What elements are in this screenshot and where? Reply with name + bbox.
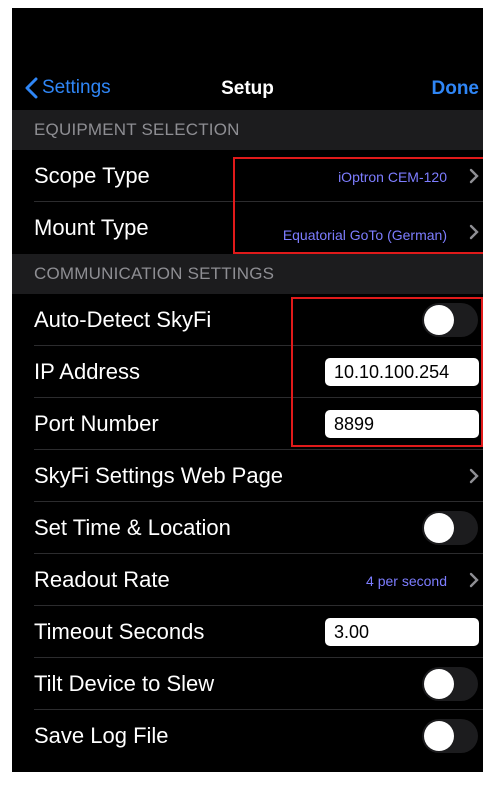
section-header-equipment: EQUIPMENT SELECTION [12,110,483,150]
row-label: IP Address [34,359,140,384]
toggle-knob [424,305,454,335]
row-label: Save Log File [34,723,169,748]
chevron-right-icon [469,224,479,240]
row-value: iOptron CEM-120 [338,169,447,185]
row-value: 4 per second [366,573,447,589]
section-title: EQUIPMENT SELECTION [34,120,240,139]
row-port-number: Port Number 8899 [12,398,483,450]
chevron-right-icon [469,572,479,588]
row-label: Timeout Seconds [34,619,205,644]
row-ip-address: IP Address 10.10.100.254 [12,346,483,398]
section-title: COMMUNICATION SETTINGS [34,264,275,283]
row-label: Mount Type [34,215,149,240]
setup-screen: Settings Setup Done EQUIPMENT SELECTION … [12,8,483,772]
tilt-toggle[interactable] [422,667,478,701]
section-header-communication: COMMUNICATION SETTINGS [12,254,483,294]
row-label: Scope Type [34,163,150,188]
page-title: Setup [221,78,274,99]
row-label: Tilt Device to Slew [34,671,215,696]
chevron-right-icon [469,168,479,184]
row-tilt-device: Tilt Device to Slew [12,658,483,710]
save-log-toggle[interactable] [422,719,478,753]
row-label: Readout Rate [34,567,170,592]
row-value: Equatorial GoTo (German) [282,227,447,243]
row-set-time-location: Set Time & Location [12,502,483,554]
navigation-bar: Settings Setup Done [12,66,483,110]
row-scope-type[interactable]: Scope Type iOptron CEM-120 [12,150,483,202]
row-label: Auto-Detect SkyFi [34,307,212,332]
row-label: SkyFi Settings Web Page [34,463,284,488]
ip-address-field[interactable]: 10.10.100.254 [325,358,479,386]
set-time-toggle[interactable] [422,511,478,545]
row-readout-rate[interactable]: Readout Rate 4 per second [12,554,483,606]
port-number-field[interactable]: 8899 [325,410,479,438]
row-mount-type[interactable]: Mount Type Equatorial GoTo (German) [12,202,483,254]
row-label: Set Time & Location [34,515,231,540]
row-timeout-seconds: Timeout Seconds 3.00 [12,606,483,658]
toggle-knob [424,669,454,699]
chevron-right-icon [469,468,479,484]
row-auto-detect-skyfi: Auto-Detect SkyFi [12,294,483,346]
row-save-log-file: Save Log File [12,710,483,762]
toggle-knob [424,513,454,543]
auto-detect-toggle[interactable] [422,303,478,337]
timeout-field[interactable]: 3.00 [325,618,479,646]
done-button[interactable]: Done [432,78,480,100]
toggle-knob [424,721,454,751]
row-skyfi-settings-web-page[interactable]: SkyFi Settings Web Page [12,450,483,502]
row-label: Port Number [34,411,159,436]
